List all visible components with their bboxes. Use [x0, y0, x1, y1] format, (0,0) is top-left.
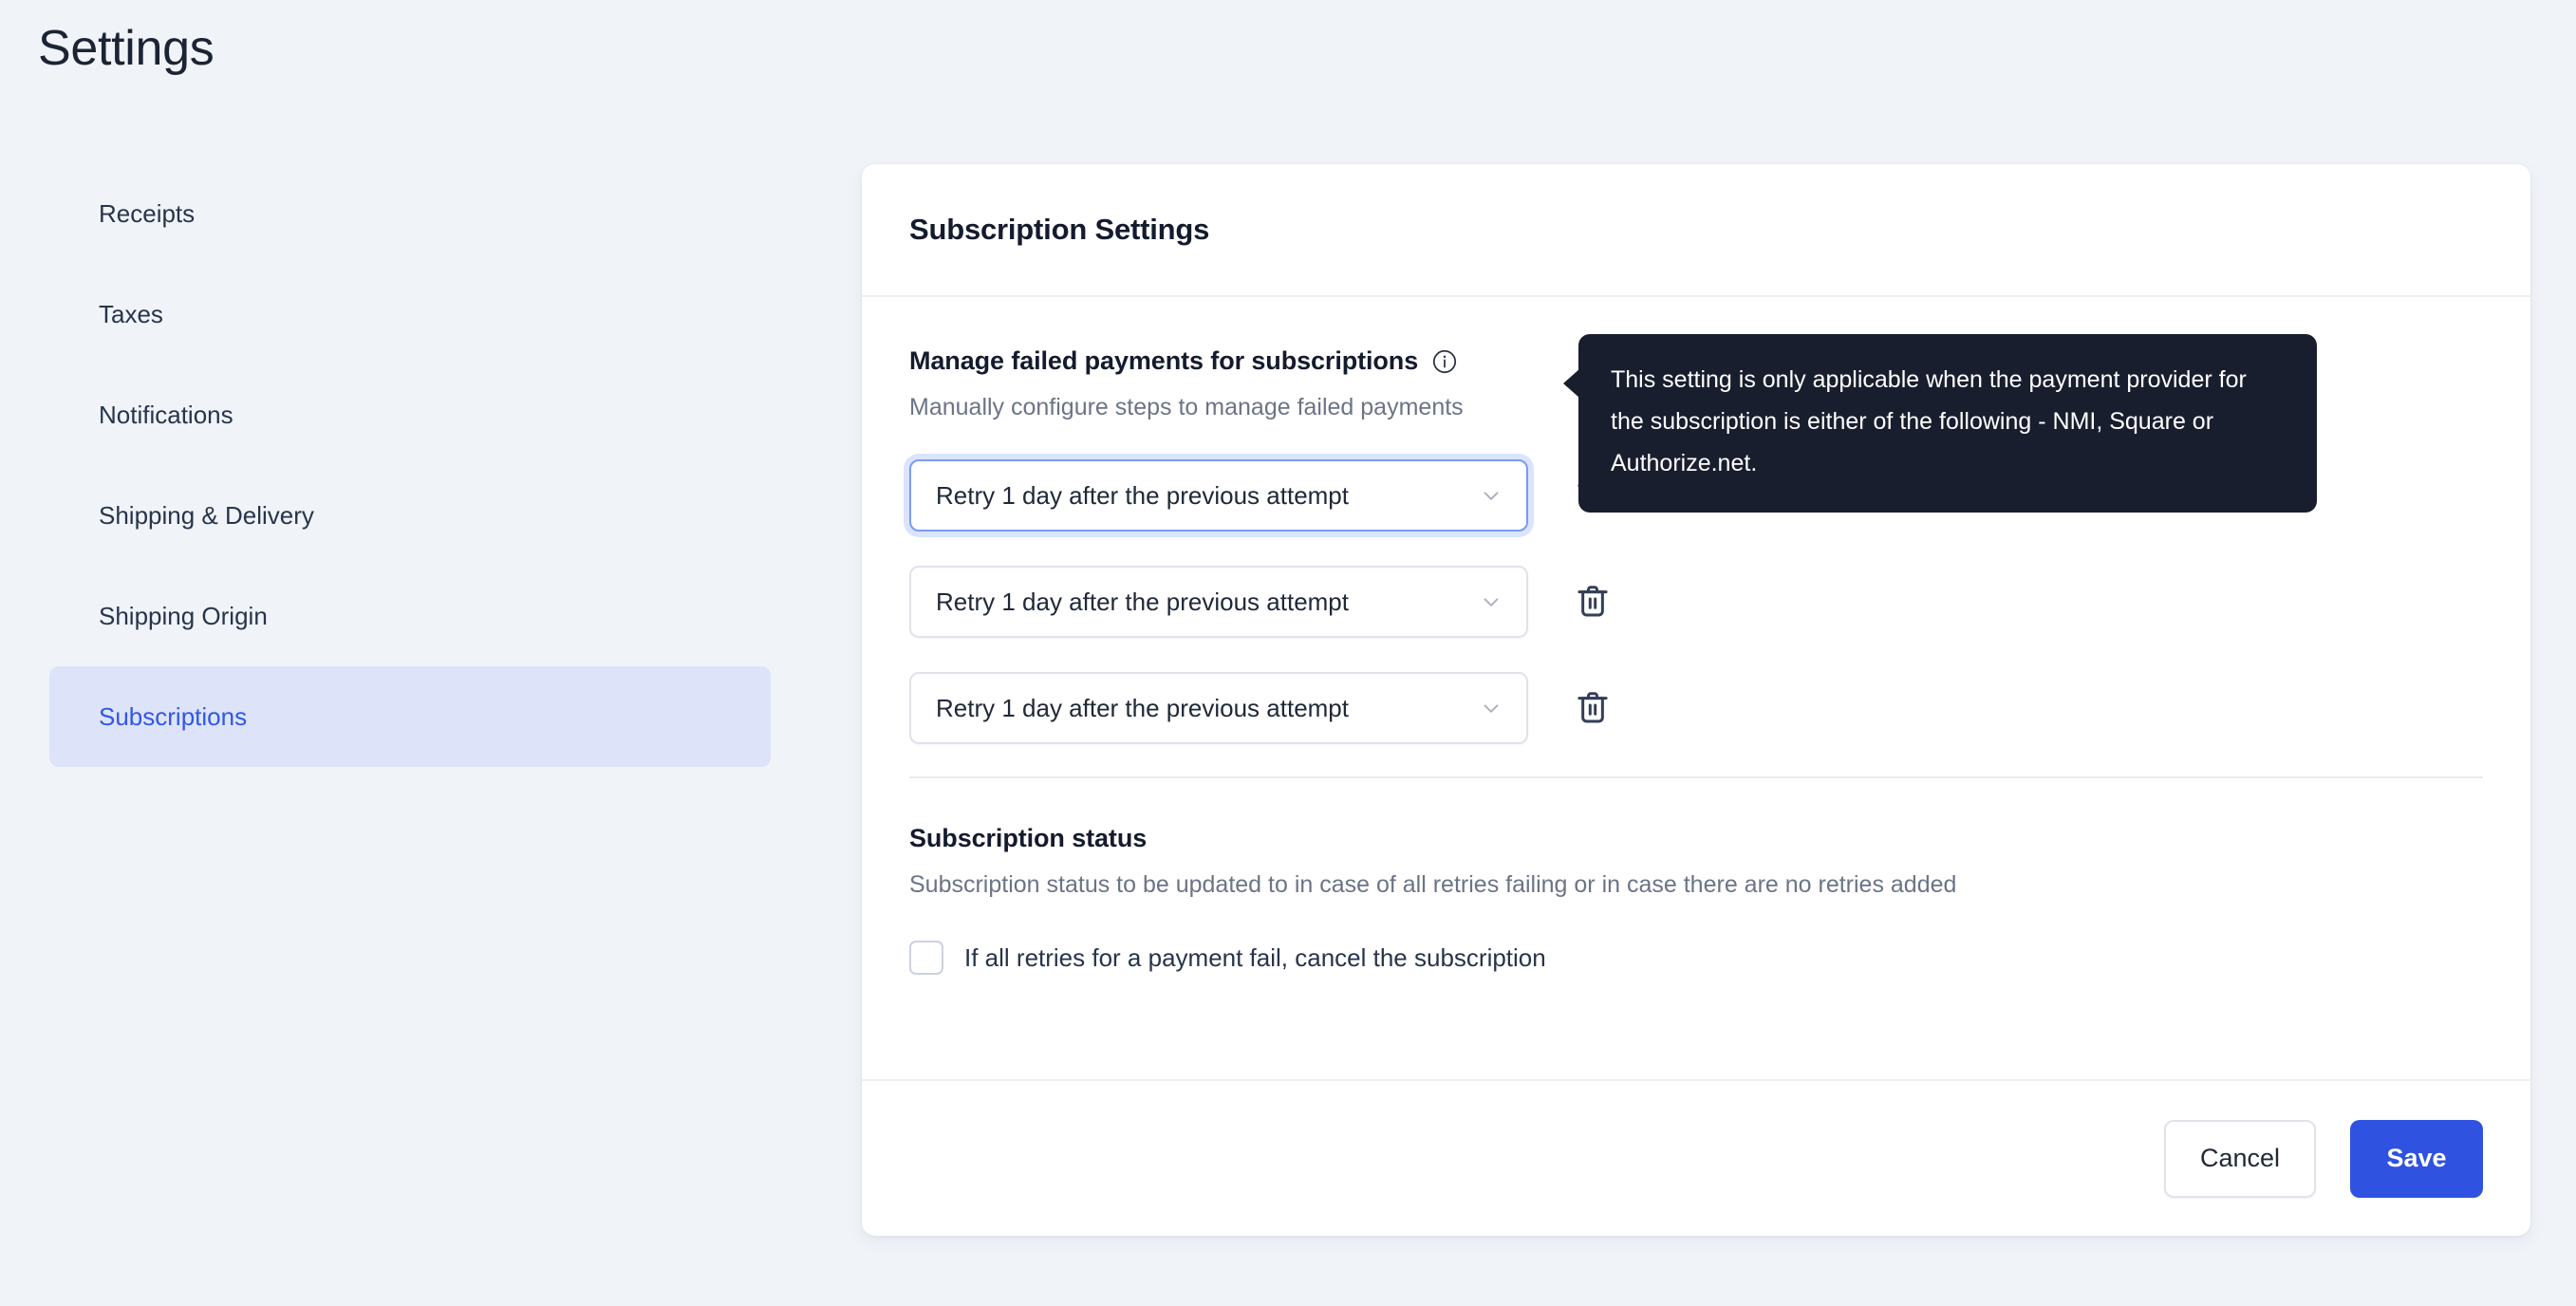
settings-page: Settings Receipts Taxes Notifications Sh…: [0, 0, 2576, 1306]
cancel-subscription-checkbox-label: If all retries for a payment fail, cance…: [964, 943, 1546, 973]
sidebar-item-taxes[interactable]: Taxes: [49, 264, 771, 364]
retry-select-value: Retry 1 day after the previous attempt: [936, 694, 1349, 723]
retry-select-3[interactable]: Retry 1 day after the previous attempt: [909, 672, 1528, 744]
sidebar-item-label: Shipping Origin: [99, 602, 268, 631]
retry-select-value: Retry 1 day after the previous attempt: [936, 588, 1349, 617]
cancel-subscription-checkbox[interactable]: [909, 941, 943, 975]
chevron-down-icon: [1479, 696, 1503, 720]
chevron-down-icon: [1479, 589, 1503, 614]
subscription-status-section: Subscription status Subscription status …: [909, 778, 2483, 975]
sidebar-item-label: Subscriptions: [99, 702, 247, 732]
sidebar-item-shipping-and-delivery[interactable]: Shipping & Delivery: [49, 465, 771, 566]
retry-select-1[interactable]: Retry 1 day after the previous attempt: [909, 459, 1528, 532]
sidebar-item-label: Taxes: [99, 300, 163, 329]
retry-select-value: Retry 1 day after the previous attempt: [936, 481, 1349, 511]
failed-payments-title: Manage failed payments for subscriptions: [909, 346, 1418, 376]
delete-retry-button-3[interactable]: [1574, 687, 1612, 729]
card-title: Subscription Settings: [909, 213, 1209, 247]
retry-row: Retry 1 day after the previous attempt: [909, 670, 2483, 746]
delete-retry-button-2[interactable]: [1574, 581, 1612, 623]
subscription-status-subtitle: Subscription status to be updated to in …: [909, 868, 2483, 901]
sidebar-item-notifications[interactable]: Notifications: [49, 364, 771, 465]
info-tooltip: This setting is only applicable when the…: [1578, 334, 2317, 513]
sidebar-item-shipping-origin[interactable]: Shipping Origin: [49, 566, 771, 666]
sidebar-item-label: Receipts: [99, 199, 195, 229]
settings-sidebar: Receipts Taxes Notifications Shipping & …: [49, 163, 771, 767]
cancel-subscription-checkbox-row[interactable]: If all retries for a payment fail, cance…: [909, 941, 2483, 975]
retry-row: Retry 1 day after the previous attempt: [909, 564, 2483, 640]
trash-icon: [1576, 583, 1610, 621]
sidebar-item-label: Shipping & Delivery: [99, 501, 314, 531]
sidebar-item-subscriptions[interactable]: Subscriptions: [49, 666, 771, 767]
info-circle-icon[interactable]: [1431, 348, 1458, 375]
trash-icon: [1576, 689, 1610, 727]
save-button[interactable]: Save: [2350, 1120, 2483, 1198]
sidebar-item-label: Notifications: [99, 401, 233, 430]
retry-select-2[interactable]: Retry 1 day after the previous attempt: [909, 566, 1528, 638]
page-title: Settings: [38, 19, 215, 78]
sidebar-item-receipts[interactable]: Receipts: [49, 163, 771, 264]
card-footer: Cancel Save: [862, 1079, 2530, 1236]
cancel-button[interactable]: Cancel: [2164, 1120, 2316, 1198]
subscription-settings-card: Subscription Settings Manage failed paym…: [862, 164, 2530, 1236]
chevron-down-icon: [1479, 483, 1503, 508]
card-header: Subscription Settings: [862, 164, 2530, 297]
subscription-status-title: Subscription status: [909, 824, 2483, 853]
